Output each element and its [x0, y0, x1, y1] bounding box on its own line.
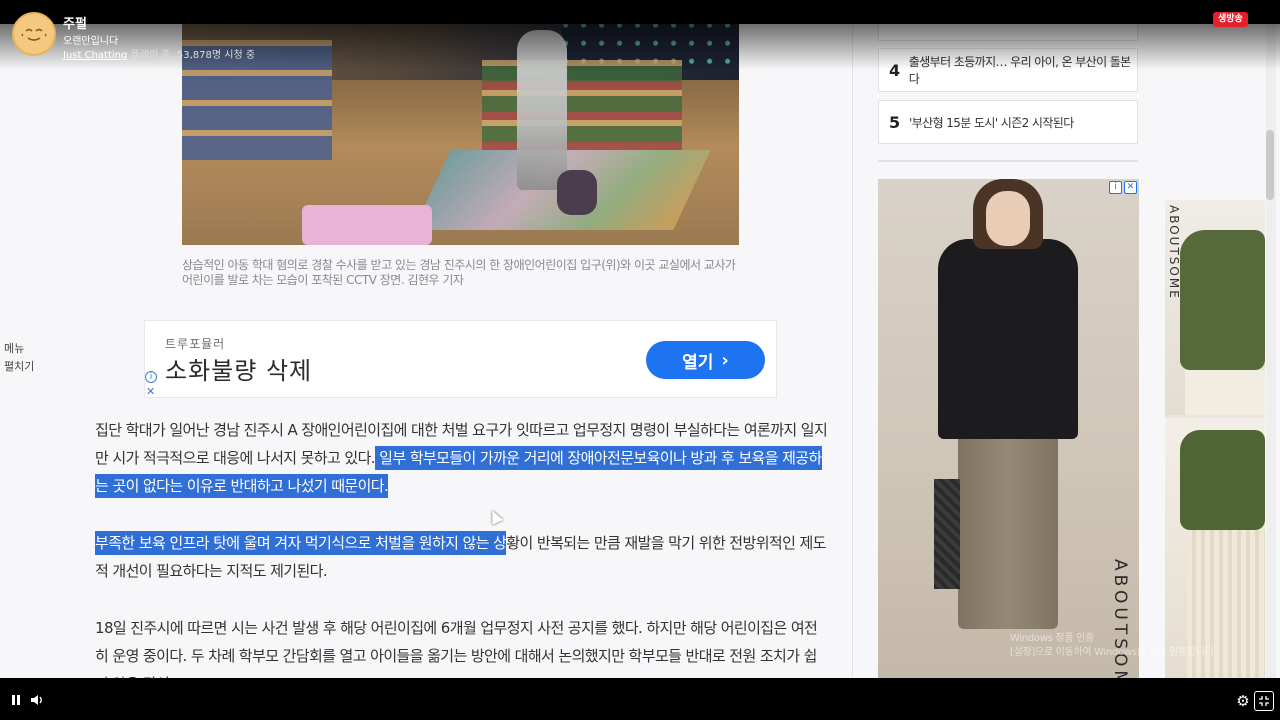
- ad-banner[interactable]: 트루포뮬러 소화불량 삭제 열기 ›: [144, 320, 777, 398]
- article-paragraph: 집단 학대가 일어난 경남 진주시 A 장애인어린이집에 대한 처벌 요구가 잇…: [95, 416, 830, 500]
- menu-label: 메뉴: [4, 342, 25, 355]
- stream-meta: Just Chatting 플레이 중, 53,878명 시청 중: [63, 46, 255, 61]
- close-icon[interactable]: ✕: [146, 385, 155, 398]
- captured-webpage: 상습적인 아동 학대 혐의로 경찰 수사를 받고 있는 경남 진주시의 한 장애…: [0, 0, 1280, 678]
- watermark-line: Windows 정품 인증: [1010, 633, 1094, 644]
- selected-text: 부족한 보육 인프라 탓에 울며 겨자 먹기식으로 처벌을 원하지 않는 상: [95, 531, 507, 555]
- ad2-brand: ABOUTSOME: [1167, 205, 1181, 300]
- watermark-line: [설정]으로 이동하여 Windows를 정품 인증합니다.: [1010, 647, 1217, 658]
- fashion-ad-2[interactable]: ABOUTSOME: [1165, 200, 1265, 678]
- scrollbar-thumb[interactable]: [1266, 130, 1274, 200]
- pause-icon[interactable]: [8, 692, 24, 708]
- ranking-title: '부산형 15분 도시' 시즌2 시작된다: [909, 115, 1074, 130]
- ad-brand: ABOUTSOME: [1110, 559, 1130, 678]
- viewer-count: 플레이 중, 53,878명 시청 중: [130, 50, 256, 61]
- photo-caption: 상습적인 아동 학대 혐의로 경찰 수사를 받고 있는 경남 진주시의 한 장애…: [182, 258, 736, 287]
- ad-open-label: 열기: [682, 352, 714, 373]
- ranking-item[interactable]: 5 '부산형 15분 도시' 시즌2 시작된다: [878, 100, 1138, 144]
- scrollbar[interactable]: [1266, 0, 1276, 678]
- expand-label: 펼치기: [4, 360, 35, 373]
- exit-fullscreen-icon[interactable]: [1254, 691, 1274, 711]
- sidebar-divider: [878, 160, 1138, 162]
- player-controls: ⚙: [0, 678, 1280, 720]
- live-badge: 생방송: [1213, 12, 1248, 27]
- article-paragraph: 부족한 보육 인프라 탓에 울며 겨자 먹기식으로 처벌을 원하지 않는 상황이…: [95, 529, 830, 585]
- category-link[interactable]: Just Chatting: [63, 50, 127, 61]
- close-icon[interactable]: ✕: [1124, 181, 1137, 194]
- ad-headline: 소화불량 삭제: [165, 357, 313, 385]
- stream-player[interactable]: 상습적인 아동 학대 혐의로 경찰 수사를 받고 있는 경남 진주시의 한 장애…: [0, 0, 1280, 720]
- ranking-number: 5: [889, 112, 901, 132]
- info-icon[interactable]: i: [145, 371, 157, 383]
- ad-open-button[interactable]: 열기 ›: [646, 341, 765, 379]
- stream-title: 오랜만입니다: [63, 36, 119, 47]
- info-icon[interactable]: i: [1109, 181, 1122, 194]
- chevron-right-icon: ›: [721, 349, 729, 371]
- ad-advertiser: 트루포뮬러: [165, 337, 226, 351]
- streamer-name[interactable]: 주펄: [63, 13, 87, 32]
- gear-icon[interactable]: ⚙: [1234, 692, 1252, 710]
- windows-activation-watermark: Windows 정품 인증 [설정]으로 이동하여 Windows를 정품 인증…: [1010, 632, 1217, 660]
- menu-expand-button[interactable]: 메뉴 펼치기: [4, 340, 34, 376]
- article-paragraph: 18일 진주시에 따르면 시는 사건 발생 후 해당 어린이집에 6개월 업무정…: [95, 614, 830, 678]
- streamer-avatar[interactable]: [12, 12, 56, 56]
- volume-icon[interactable]: [28, 692, 46, 708]
- paragraph-text: 18일 진주시에 따르면 시는 사건 발생 후 해당 어린이집에 6개월 업무정…: [95, 619, 818, 678]
- fashion-ad[interactable]: ABOUTSOME i ✕: [878, 179, 1139, 678]
